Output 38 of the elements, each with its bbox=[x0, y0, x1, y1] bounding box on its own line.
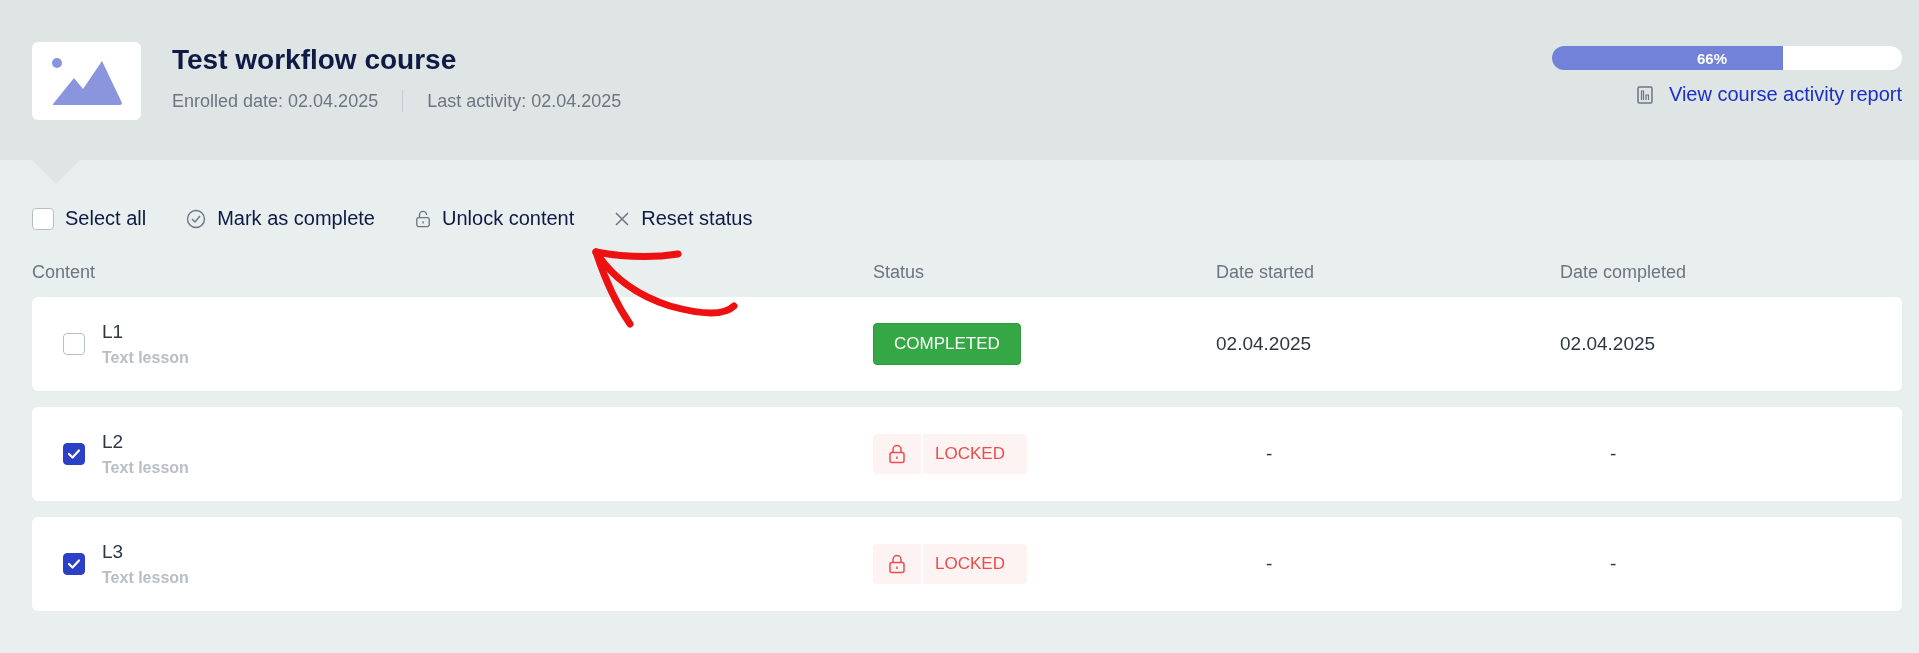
padlock-icon bbox=[888, 444, 906, 464]
activity-report-link[interactable]: View course activity report bbox=[1668, 83, 1902, 106]
padlock-icon bbox=[888, 554, 906, 574]
toolbar-action[interactable]: Mark as complete bbox=[186, 207, 375, 230]
toolbar-action[interactable]: Unlock content bbox=[415, 207, 575, 230]
status-badge: LOCKED bbox=[873, 544, 1027, 584]
select-all-checkbox[interactable]: Select all bbox=[32, 207, 147, 230]
date-started: - bbox=[1266, 553, 1273, 574]
chart-report-icon bbox=[1636, 85, 1653, 104]
column-header: Date started bbox=[1216, 262, 1316, 283]
column-header: Date completed bbox=[1560, 262, 1688, 283]
status-badge: LOCKED bbox=[873, 434, 1027, 474]
date-started: - bbox=[1266, 443, 1273, 464]
course-title: Test workflow course bbox=[172, 44, 458, 76]
unlocked-padlock-icon bbox=[415, 209, 431, 228]
close-icon bbox=[614, 210, 631, 227]
check-circle-icon bbox=[186, 208, 207, 229]
date-completed: - bbox=[1610, 443, 1617, 464]
date-completed: - bbox=[1610, 553, 1617, 574]
date-completed: 02.04.2025 bbox=[1560, 333, 1656, 354]
row-checkbox[interactable] bbox=[63, 553, 85, 575]
lesson-name: L1 bbox=[102, 321, 125, 343]
image-placeholder-icon bbox=[32, 42, 141, 120]
last-activity: Last activity: 02.04.2025 bbox=[427, 90, 622, 112]
date-started: 02.04.2025 bbox=[1216, 333, 1312, 354]
toolbar-action[interactable]: Reset status bbox=[614, 207, 753, 230]
status-badge: COMPLETED bbox=[873, 323, 1021, 365]
row-checkbox[interactable] bbox=[63, 333, 85, 355]
column-header: Content bbox=[32, 262, 97, 283]
lesson-type: Text lesson bbox=[102, 569, 189, 587]
lesson-type: Text lesson bbox=[102, 459, 189, 477]
lesson-name: L3 bbox=[102, 541, 125, 563]
lesson-name: L2 bbox=[102, 431, 125, 453]
column-header: Status bbox=[873, 262, 926, 283]
progress-label: 66% bbox=[1696, 49, 1727, 67]
lesson-type: Text lesson bbox=[102, 349, 189, 367]
row-checkbox[interactable] bbox=[63, 443, 85, 465]
enrolled-date: Enrolled date: 02.04.2025 bbox=[172, 90, 379, 112]
